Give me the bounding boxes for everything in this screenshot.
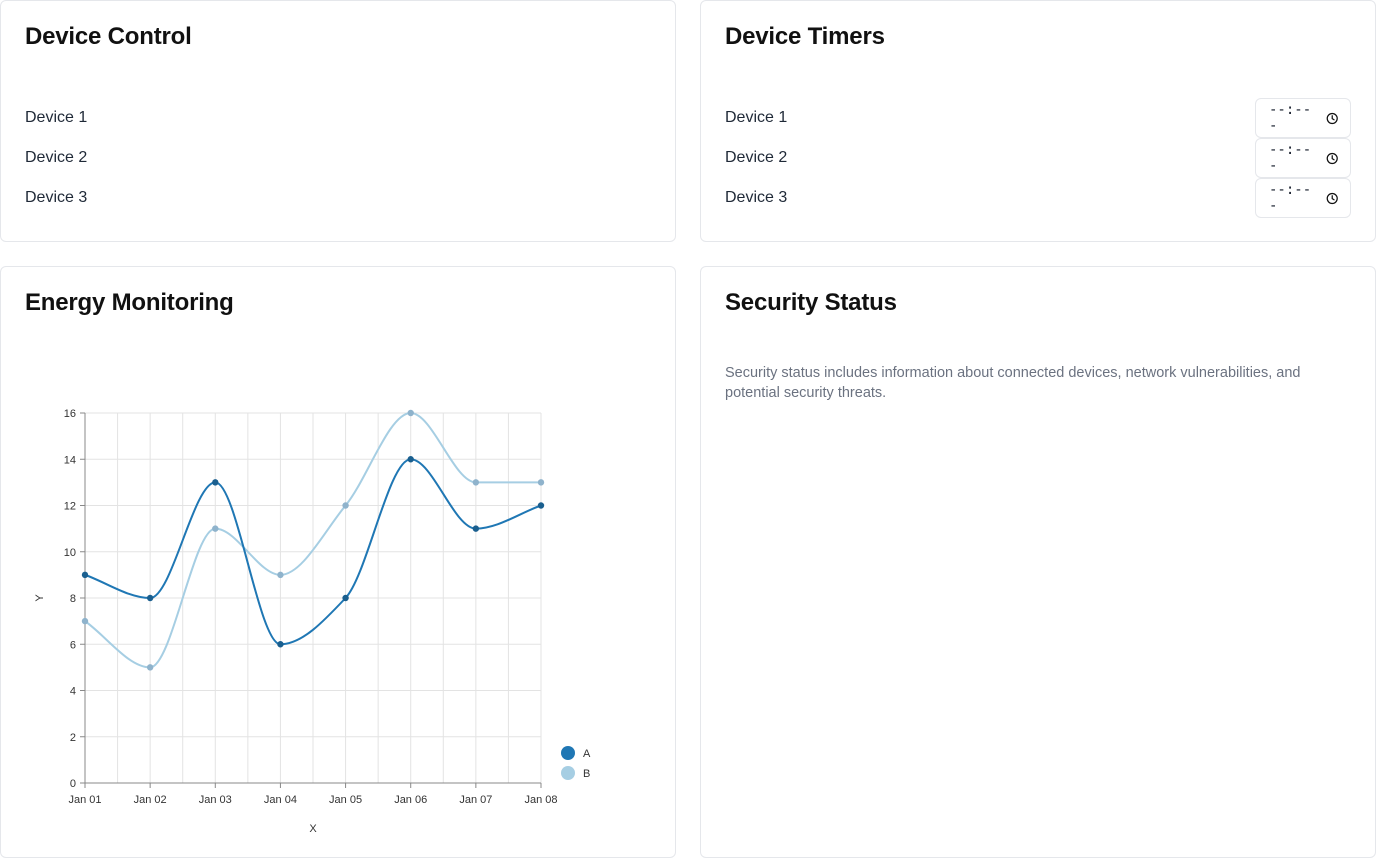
legend-label-a: A — [583, 748, 591, 760]
energy-line-chart: 0 2 4 6 8 10 12 14 16 Jan 01 Jan 02 Jan 03 Jan 04 Jan… — [34, 408, 591, 835]
x-axis-title: X — [309, 823, 317, 835]
data-point-a — [277, 641, 284, 648]
time-input[interactable]: --:-- - — [1255, 98, 1351, 138]
x-tick-label: Jan 06 — [394, 794, 427, 806]
device-control-row: Device 2 — [25, 138, 651, 178]
device-timer-row: Device 2 --:-- - — [725, 138, 1351, 178]
data-point-a — [342, 594, 349, 602]
device-label: Device 1 — [25, 109, 88, 126]
x-tick-label: Jan 04 — [264, 794, 297, 806]
y-tick-label: 4 — [70, 686, 76, 698]
legend-label-b: B — [583, 768, 590, 780]
y-tick-label: 2 — [70, 732, 76, 744]
device-label: Device 2 — [725, 149, 788, 166]
time-placeholder: --:-- - — [1269, 142, 1312, 174]
data-point-a — [146, 594, 154, 602]
data-point-a — [472, 525, 480, 532]
x-tick-label: Jan 02 — [134, 794, 167, 806]
time-placeholder: --:-- - — [1269, 102, 1312, 134]
time-placeholder: --:-- - — [1269, 182, 1312, 214]
clock-icon[interactable] — [1326, 152, 1338, 165]
device-label: Device 3 — [25, 189, 88, 206]
y-tick-label: 12 — [64, 501, 76, 513]
x-tick-label: Jan 01 — [68, 794, 101, 806]
x-tick-label: Jan 05 — [329, 794, 362, 806]
device-control-row: Device 1 — [25, 98, 651, 138]
security-status-card: Security Status Security status includes… — [700, 266, 1376, 858]
device-control-title: Device Control — [25, 23, 192, 50]
legend-marker-b — [561, 766, 575, 780]
clock-icon[interactable] — [1326, 112, 1338, 125]
data-point-b — [537, 479, 545, 486]
y-tick-label: 14 — [64, 454, 76, 466]
y-tick-label: 10 — [64, 547, 76, 559]
device-control-row: Device 3 — [25, 178, 651, 218]
data-point-b — [407, 409, 414, 417]
device-timers-card: Device Timers Device 1 --:-- - Device 2 … — [700, 0, 1376, 242]
data-point-a — [212, 479, 219, 486]
data-point-a — [407, 456, 414, 463]
y-axis-title: Y — [34, 594, 46, 602]
device-label: Device 3 — [725, 189, 788, 206]
device-control-card: Device Control Device 1 Device 2 Device … — [0, 0, 676, 242]
data-point-b — [472, 479, 480, 486]
data-point-a — [81, 571, 89, 579]
device-timer-row: Device 3 --:-- - — [725, 178, 1351, 218]
device-label: Device 2 — [25, 149, 88, 166]
y-tick-label: 6 — [70, 639, 76, 651]
time-input[interactable]: --:-- - — [1255, 178, 1351, 218]
data-point-a — [537, 502, 545, 509]
x-tick-label: Jan 07 — [459, 794, 492, 806]
clock-icon[interactable] — [1326, 192, 1338, 205]
data-point-b — [277, 571, 284, 579]
device-timers-title: Device Timers — [725, 23, 885, 50]
y-tick-label: 16 — [64, 408, 76, 420]
x-tick-label: Jan 03 — [199, 794, 232, 806]
data-point-b — [212, 525, 219, 532]
data-point-b — [342, 502, 349, 509]
security-status-description: Security status includes information abo… — [725, 365, 1301, 401]
security-status-title: Security Status — [725, 289, 897, 316]
device-label: Device 1 — [725, 109, 788, 126]
y-tick-label: 0 — [70, 778, 76, 790]
data-point-b — [81, 617, 89, 625]
data-point-b — [146, 664, 154, 671]
energy-monitoring-card: Energy Monitoring 0 2 4 6 8 10 12 14 16 Jan 01 Jan… — [0, 266, 676, 858]
time-input[interactable]: --:-- - — [1255, 138, 1351, 178]
legend-marker-a — [561, 746, 575, 760]
device-timer-row: Device 1 --:-- - — [725, 98, 1351, 138]
y-tick-label: 8 — [70, 593, 76, 605]
x-tick-label: Jan 08 — [524, 794, 557, 806]
